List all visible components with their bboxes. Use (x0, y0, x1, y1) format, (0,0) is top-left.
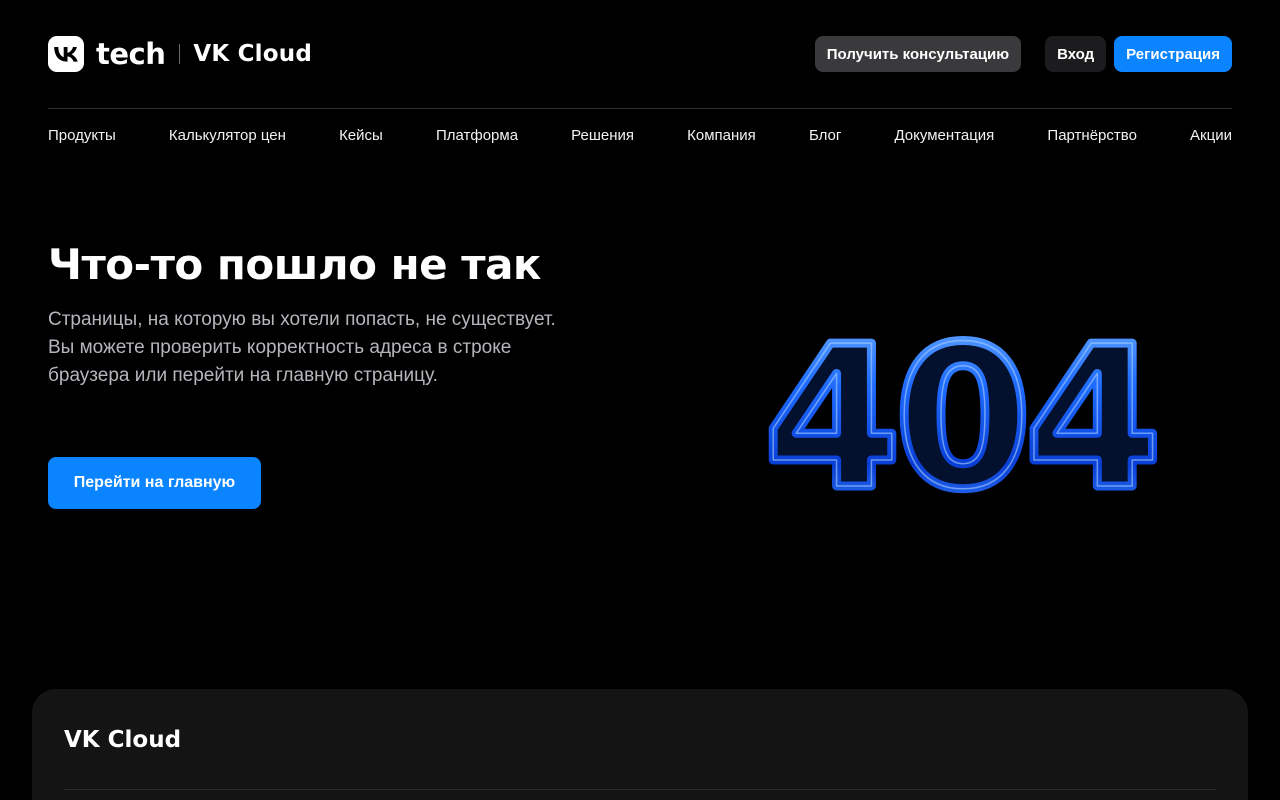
nav-item-cases[interactable]: Кейсы (339, 127, 383, 144)
nav-item-promotions[interactable]: Акции (1190, 127, 1232, 144)
header-actions: Получить консультацию Вход Регистрация (814, 36, 1232, 72)
error-description: Страницы, на которую вы хотели попасть, … (48, 309, 556, 386)
nav-item-company[interactable]: Компания (687, 127, 756, 144)
footer: VK Cloud (32, 689, 1248, 800)
go-home-button[interactable]: Перейти на главную (48, 457, 261, 509)
page-title: Что-то пошло не так (48, 240, 541, 289)
error-page: tech VK Cloud Получить консультацию Вход… (0, 0, 1280, 800)
header-divider (48, 108, 1232, 109)
error-code-highlight: 404 (764, 318, 1155, 508)
brand-logo[interactable]: tech VK Cloud (48, 36, 312, 72)
consultation-button[interactable]: Получить консультацию (814, 36, 1022, 72)
nav-item-partnership[interactable]: Партнёрство (1047, 127, 1137, 144)
main-nav: Продукты Калькулятор цен Кейсы Платформа… (48, 127, 1232, 144)
site-header: tech VK Cloud Получить консультацию Вход… (48, 36, 1232, 72)
nav-item-platform[interactable]: Платформа (436, 127, 518, 144)
nav-item-blog[interactable]: Блог (809, 127, 841, 144)
brand-cloud-text: VK Cloud (193, 41, 313, 67)
brand-separator (179, 44, 181, 64)
nav-item-solutions[interactable]: Решения (571, 127, 634, 144)
login-button[interactable]: Вход (1045, 36, 1107, 72)
nav-item-price-calculator[interactable]: Калькулятор цен (169, 127, 286, 144)
footer-brand-logo[interactable]: VK Cloud (64, 727, 181, 753)
nav-item-products[interactable]: Продукты (48, 127, 116, 144)
brand-tech-text: tech (96, 37, 166, 71)
nav-item-documentation[interactable]: Документация (894, 127, 994, 144)
vk-logo-icon (48, 36, 84, 72)
register-button[interactable]: Регистрация (1114, 36, 1232, 72)
footer-divider (64, 789, 1216, 790)
error-404-illustration: 404 404 (760, 318, 1166, 508)
